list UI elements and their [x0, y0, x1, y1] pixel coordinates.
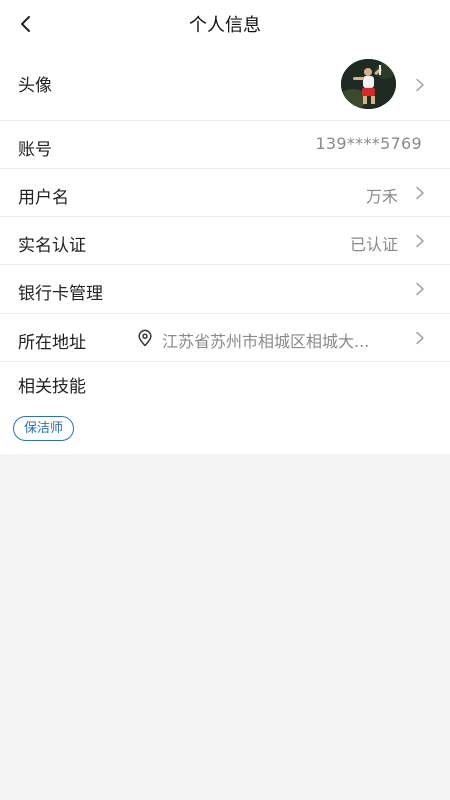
personal-info-page: 个人信息 头像 账号 139****5769 用户名 万禾 实名认证 已认证 银…: [0, 0, 450, 800]
address-label: 所在地址: [18, 333, 86, 353]
real-name-label: 实名认证: [18, 236, 86, 256]
skills-label: 相关技能: [18, 377, 86, 397]
account-label: 账号: [18, 140, 52, 160]
account-value: 139****5769: [315, 134, 422, 153]
page-title: 个人信息: [189, 15, 261, 36]
top-bar: 个人信息: [0, 0, 450, 48]
chevron-right-icon: [416, 282, 424, 296]
chevron-right-icon: [416, 331, 424, 345]
chevron-right-icon: [416, 186, 424, 200]
skill-tag: 保洁师: [13, 416, 75, 441]
address-row[interactable]: 所在地址 江苏省苏州市相城区相城大...: [0, 314, 450, 362]
real-name-verification-row[interactable]: 实名认证 已认证: [0, 217, 450, 265]
avatar-row[interactable]: 头像: [0, 48, 450, 121]
skills-section: 相关技能 保洁师: [0, 362, 450, 454]
address-value: 江苏省苏州市相城区相城大...: [162, 332, 370, 351]
avatar-label: 头像: [18, 76, 52, 96]
chevron-right-icon: [416, 234, 424, 248]
info-card: 头像 账号 139****5769 用户名 万禾 实名认证 已认证 银行卡管理 …: [0, 48, 450, 454]
bank-card-management-row[interactable]: 银行卡管理: [0, 265, 450, 314]
avatar-photo: [341, 59, 396, 109]
account-row: 账号 139****5769: [0, 121, 450, 169]
real-name-status: 已认证: [349, 235, 398, 254]
chevron-right-icon: [416, 78, 424, 92]
username-value: 万禾: [365, 187, 398, 206]
username-row[interactable]: 用户名 万禾: [0, 169, 450, 217]
bank-card-label: 银行卡管理: [18, 284, 103, 304]
username-label: 用户名: [18, 188, 69, 208]
avatar[interactable]: [341, 59, 396, 109]
location-pin-icon: [138, 329, 152, 347]
